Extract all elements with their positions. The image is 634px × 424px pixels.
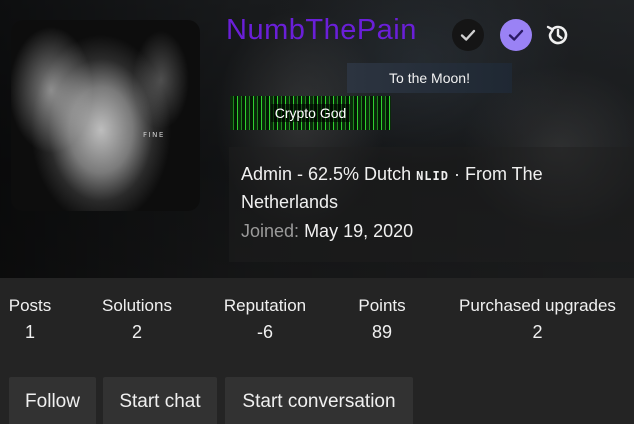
stat-value: 2 — [532, 322, 543, 342]
role-text: Admin - 62.5% Dutch — [241, 164, 417, 184]
stat-posts[interactable]: Posts 1 — [6, 296, 54, 342]
stat-value: 1 — [24, 322, 35, 342]
follow-button[interactable]: Follow — [9, 377, 96, 424]
country-code: NLID — [416, 169, 449, 183]
stat-value: -6 — [256, 322, 273, 342]
stat-value: 2 — [131, 322, 142, 342]
avatar-image — [11, 20, 200, 211]
user-banner-label: Crypto God — [230, 96, 391, 130]
start-chat-button[interactable]: Start chat — [103, 377, 217, 424]
stat-label: Posts — [8, 296, 52, 315]
stat-label: Solutions — [102, 296, 172, 315]
avatar[interactable]: FINE — [11, 20, 200, 211]
stats-bar: Posts 1 Solutions 2 Reputation -6 Points… — [0, 278, 634, 360]
profile-actions: Follow Start chat Start conversation — [0, 360, 634, 424]
user-role-line: Admin - 62.5% Dutch NLID · From The Neth… — [241, 161, 622, 215]
stat-value: 89 — [371, 322, 393, 342]
stat-label: Reputation — [223, 296, 307, 315]
user-title-banner: To the Moon! — [347, 63, 512, 93]
check-circle-verified-icon[interactable] — [500, 19, 532, 51]
stat-points[interactable]: Points 89 — [352, 296, 412, 342]
check-circle-dark-icon[interactable] — [452, 19, 484, 51]
avatar-caption: FINE — [143, 131, 165, 139]
stat-label: Points — [358, 296, 406, 315]
user-banner-text: Crypto God — [270, 104, 351, 122]
username[interactable]: NumbThePain — [226, 14, 417, 47]
stat-label: Purchased upgrades — [459, 296, 616, 315]
history-icon[interactable] — [542, 19, 574, 51]
stat-solutions[interactable]: Solutions 2 — [97, 296, 177, 342]
start-conversation-button[interactable]: Start conversation — [225, 377, 413, 424]
joined-line: Joined: May 19, 2020 — [241, 221, 622, 242]
joined-label: Joined: — [241, 221, 300, 241]
stat-reputation[interactable]: Reputation -6 — [219, 296, 311, 342]
stat-purchased-upgrades[interactable]: Purchased upgrades 2 — [450, 296, 625, 342]
joined-date[interactable]: May 19, 2020 — [304, 221, 413, 241]
user-info-box: Admin - 62.5% Dutch NLID · From The Neth… — [229, 147, 634, 262]
